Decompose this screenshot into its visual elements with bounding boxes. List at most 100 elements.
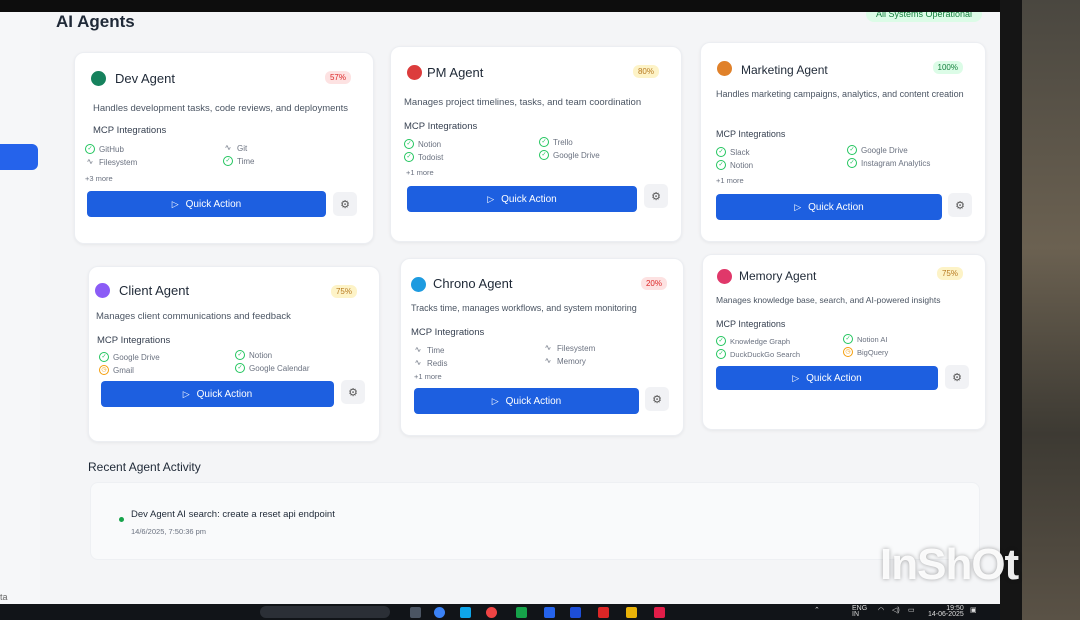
mcp-integrations-title: MCP Integrations bbox=[716, 129, 786, 139]
agent-description: Handles development tasks, code reviews,… bbox=[93, 103, 349, 114]
integration-item: ✓ DuckDuckGo Search bbox=[716, 349, 800, 359]
integration-item: ✓ Time bbox=[223, 156, 254, 166]
settings-button[interactable]: ⚙ bbox=[945, 365, 969, 389]
agent-badge: 20% bbox=[640, 277, 667, 290]
check-circle-icon: ✓ bbox=[235, 350, 245, 360]
volume-icon[interactable]: ◁) bbox=[892, 606, 900, 614]
integration-item: ∿ Redis bbox=[414, 358, 448, 368]
agent-card-memory: Memory Agent 75% Manages knowledge base,… bbox=[702, 254, 986, 430]
quick-action-button[interactable]: ▷ Quick Action bbox=[716, 194, 942, 220]
integration-item: ∿ Filesystem bbox=[544, 343, 596, 353]
quick-action-button[interactable]: ▷ Quick Action bbox=[414, 388, 639, 414]
monitor-top-bezel bbox=[0, 0, 1080, 12]
integration-item: ✓ Slack bbox=[716, 147, 750, 157]
task-view-icon[interactable] bbox=[410, 607, 421, 618]
check-circle-icon: ✓ bbox=[847, 145, 857, 155]
gear-icon: ⚙ bbox=[955, 199, 965, 212]
agent-description: Tracks time, manages workflows, and syst… bbox=[411, 303, 637, 313]
sidebar-active-item[interactable] bbox=[0, 144, 38, 170]
gear-icon: ⚙ bbox=[340, 198, 350, 211]
agent-card-chrono: Chrono Agent 20% Tracks time, manages wo… bbox=[400, 258, 684, 436]
wifi-icon[interactable]: ◠ bbox=[878, 606, 884, 614]
integration-item: ✓ Notion bbox=[235, 350, 272, 360]
activity-item-text[interactable]: Dev Agent AI search: create a reset api … bbox=[131, 509, 335, 520]
integration-item: ✓ Notion bbox=[716, 160, 753, 170]
chevron-up-icon[interactable]: ⌃ bbox=[814, 606, 820, 614]
app-icon[interactable] bbox=[544, 607, 555, 618]
integration-item: ✓ Google Calendar bbox=[235, 363, 309, 373]
app-icon[interactable] bbox=[654, 607, 665, 618]
agent-status-dot bbox=[95, 283, 110, 298]
quick-action-button[interactable]: ▷ Quick Action bbox=[716, 366, 938, 390]
notification-icon[interactable]: ▣ bbox=[970, 606, 977, 614]
app-icon[interactable] bbox=[516, 607, 527, 618]
page-title: AI Agents bbox=[56, 12, 135, 31]
taskbar-search[interactable] bbox=[260, 606, 390, 618]
agent-badge: 75% bbox=[936, 267, 963, 280]
gear-icon: ⚙ bbox=[348, 386, 358, 399]
quick-action-button[interactable]: ▷ Quick Action bbox=[101, 381, 334, 407]
integration-item: ◷ BigQuery bbox=[843, 347, 888, 357]
clock[interactable]: 19:50 14-06-2025 bbox=[928, 605, 964, 618]
mcp-integrations-title: MCP Integrations bbox=[716, 319, 786, 329]
agent-description: Manages project timelines, tasks, and te… bbox=[404, 97, 642, 108]
check-circle-icon: ✓ bbox=[843, 334, 853, 344]
integration-item: ✓ Notion AI bbox=[843, 334, 887, 344]
settings-button[interactable]: ⚙ bbox=[645, 387, 669, 411]
sidebar bbox=[0, 12, 40, 604]
activity-section-title: Recent Agent Activity bbox=[88, 460, 201, 474]
settings-button[interactable]: ⚙ bbox=[341, 380, 365, 404]
play-icon: ▷ bbox=[487, 193, 495, 204]
integration-item: ◷ Gmail bbox=[99, 365, 134, 375]
pulse-icon: ∿ bbox=[544, 343, 552, 352]
agent-card-marketing: Marketing Agent 100% Handles marketing c… bbox=[700, 42, 986, 242]
monitor-right-bezel bbox=[1000, 0, 1022, 620]
status-badge: All Systems Operational bbox=[866, 12, 983, 22]
edge-icon[interactable] bbox=[434, 607, 445, 618]
vscode-icon[interactable] bbox=[570, 607, 581, 618]
agent-status-dot bbox=[407, 65, 422, 80]
integration-item: ∿ Time bbox=[414, 345, 445, 355]
check-circle-icon: ✓ bbox=[539, 137, 549, 147]
more-integrations-link[interactable]: +3 more bbox=[85, 174, 113, 183]
quick-action-button[interactable]: ▷ Quick Action bbox=[87, 191, 326, 217]
language-indicator[interactable]: ENG IN bbox=[852, 605, 867, 618]
pulse-icon: ∿ bbox=[86, 157, 94, 166]
inshot-watermark: InShOt bbox=[880, 540, 1019, 589]
app-icon[interactable] bbox=[598, 607, 609, 618]
gear-icon: ⚙ bbox=[652, 393, 662, 406]
taskbar: ⌃ ENG IN ◠ ◁) ▭ 19:50 14-06-2025 ▣ bbox=[0, 604, 1000, 620]
integration-item: ∿ Filesystem bbox=[86, 157, 138, 167]
chrome-icon[interactable] bbox=[486, 607, 497, 618]
integration-item: ∿ Memory bbox=[544, 356, 586, 366]
check-circle-icon: ✓ bbox=[847, 158, 857, 168]
pulse-icon: ∿ bbox=[544, 356, 552, 365]
agent-status-dot bbox=[717, 269, 732, 284]
integration-item: ✓ Notion bbox=[404, 139, 441, 149]
quick-action-button[interactable]: ▷ Quick Action bbox=[407, 186, 637, 212]
mcp-integrations-title: MCP Integrations bbox=[404, 121, 478, 132]
settings-button[interactable]: ⚙ bbox=[644, 184, 668, 208]
screen: ta AI Agents All Systems Operational Dev… bbox=[0, 12, 1008, 604]
agent-name: Client Agent bbox=[119, 283, 190, 298]
check-circle-icon: ✓ bbox=[85, 144, 95, 154]
more-integrations-link[interactable]: +1 more bbox=[414, 372, 442, 381]
more-integrations-link[interactable]: +1 more bbox=[716, 176, 744, 185]
pulse-icon: ∿ bbox=[224, 143, 232, 152]
battery-icon[interactable]: ▭ bbox=[908, 606, 915, 614]
agent-name: Dev Agent bbox=[115, 71, 175, 86]
store-icon[interactable] bbox=[460, 607, 471, 618]
integration-item: ✓ Google Drive bbox=[539, 150, 600, 160]
clock-icon: ◷ bbox=[99, 365, 109, 375]
sidebar-footer-text: ta bbox=[0, 592, 8, 602]
mcp-integrations-title: MCP Integrations bbox=[93, 125, 167, 136]
gear-icon: ⚙ bbox=[651, 190, 661, 203]
folder-icon[interactable] bbox=[626, 607, 637, 618]
play-icon: ▷ bbox=[182, 388, 190, 399]
agent-description: Manages knowledge base, search, and AI-p… bbox=[716, 295, 941, 305]
check-circle-icon: ✓ bbox=[404, 139, 414, 149]
settings-button[interactable]: ⚙ bbox=[948, 193, 972, 217]
check-circle-icon: ✓ bbox=[223, 156, 233, 166]
more-integrations-link[interactable]: +1 more bbox=[406, 168, 434, 177]
settings-button[interactable]: ⚙ bbox=[333, 192, 357, 216]
